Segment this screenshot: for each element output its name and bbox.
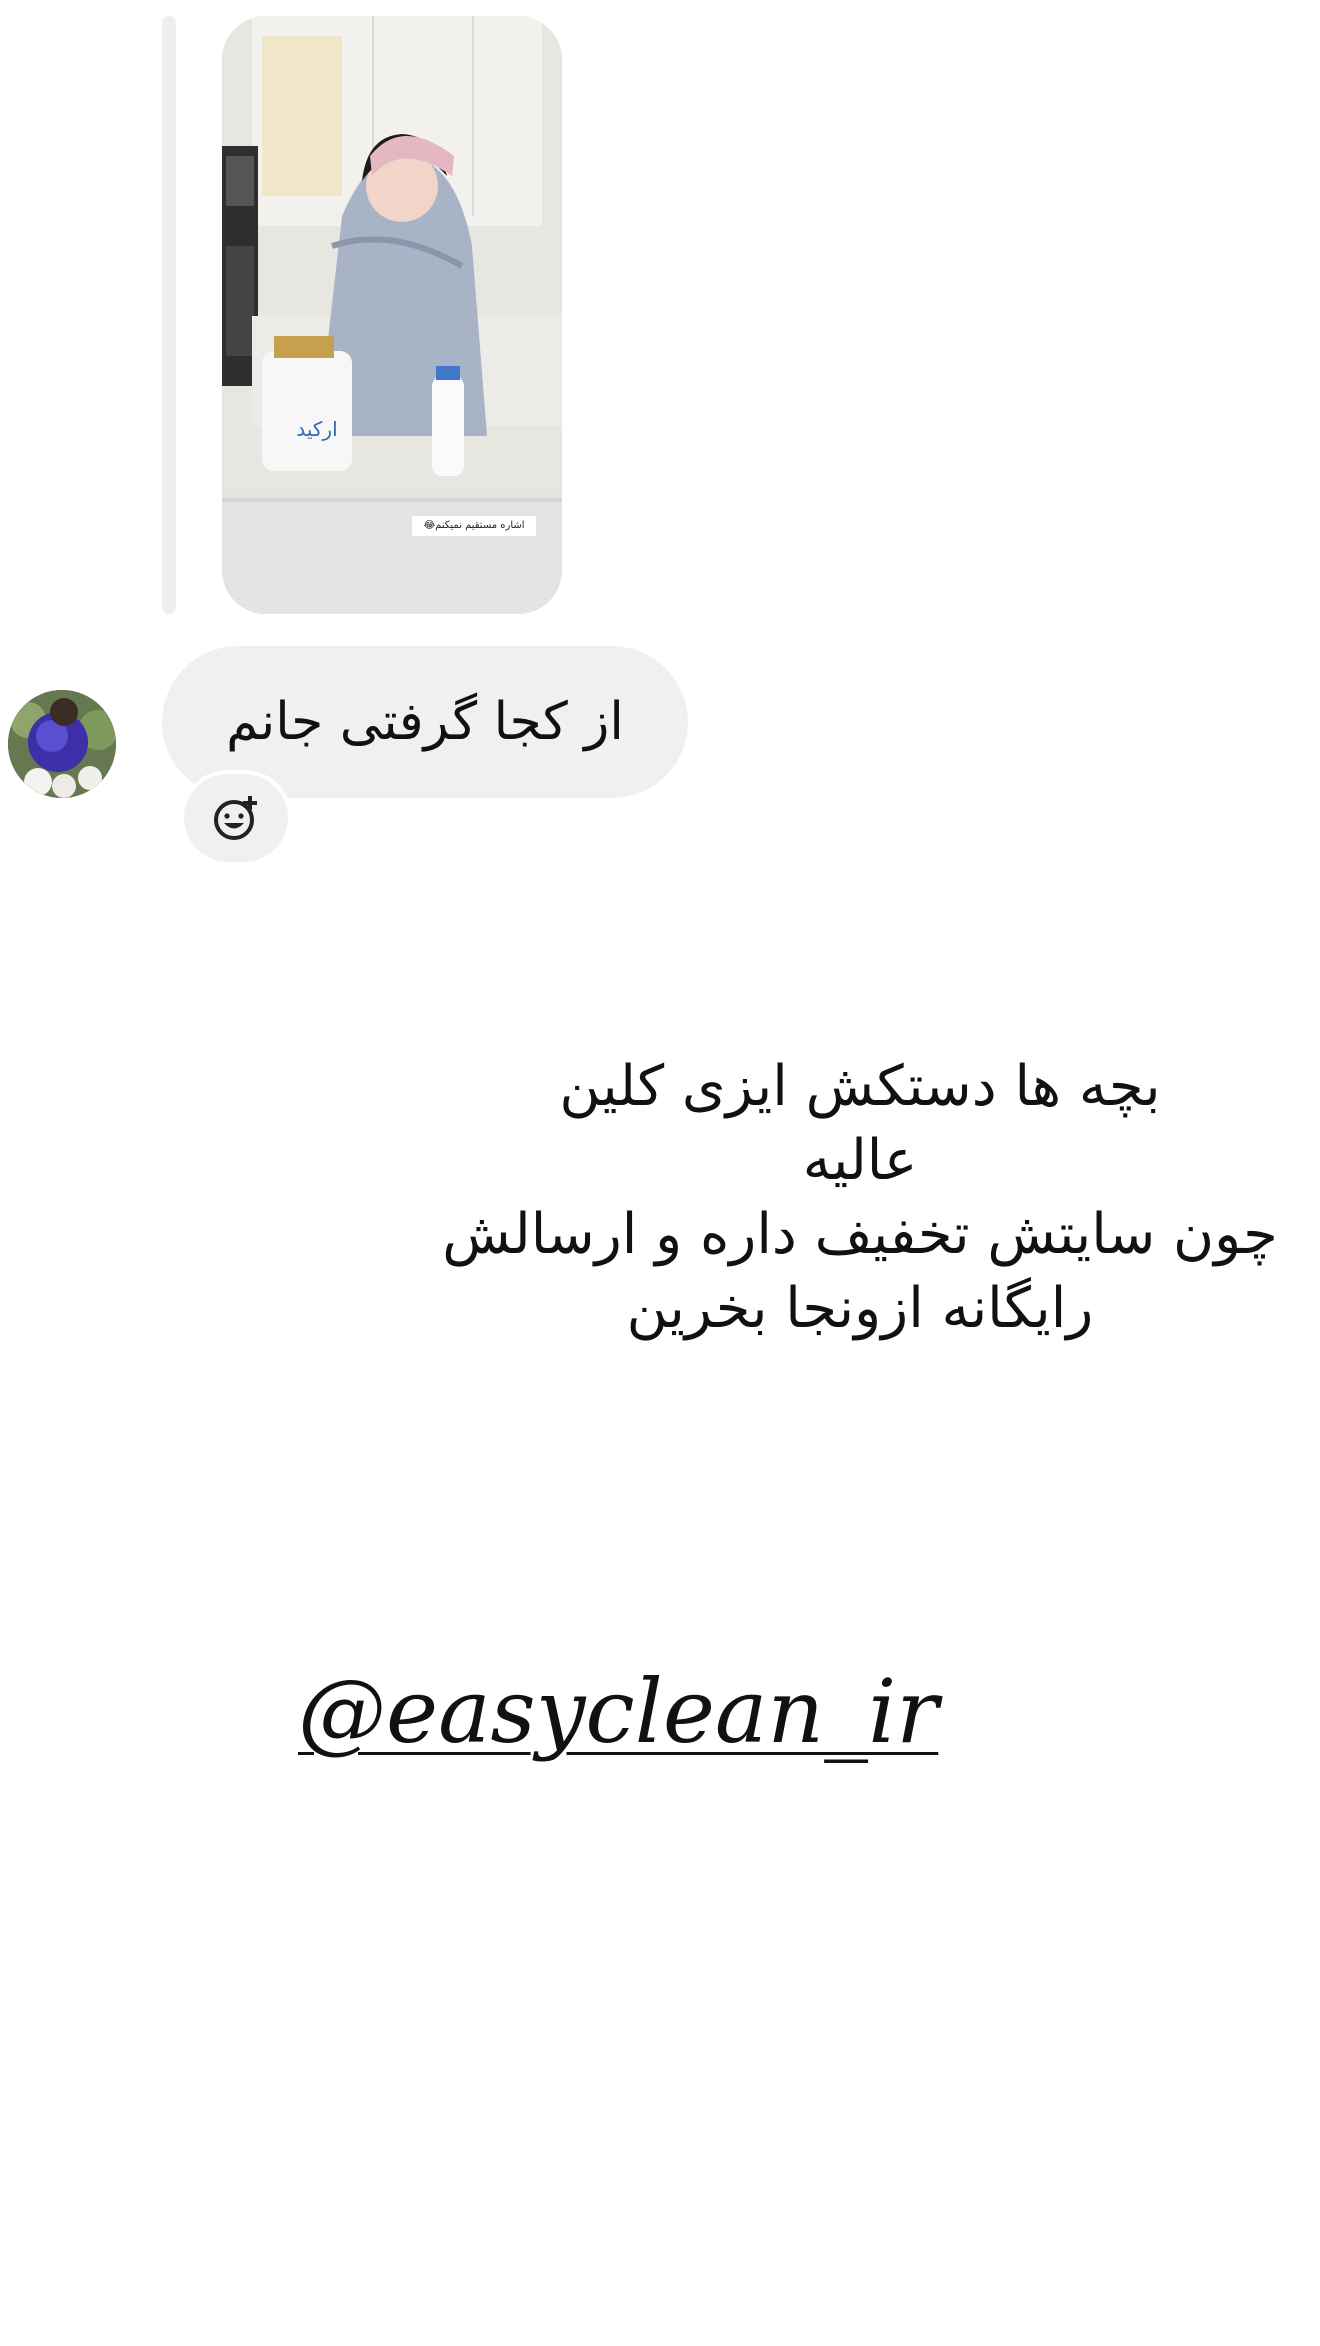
video-caption: اشاره مستقیم نمیکنم😂 [412, 516, 536, 536]
sender-avatar[interactable] [8, 690, 116, 798]
add-reaction-button[interactable] [180, 770, 292, 866]
add-reaction-icon [214, 796, 257, 840]
avatar-image [8, 690, 116, 798]
story-text-line-3: چون سایتش تخفیف داره و ارسالش [442, 1202, 1278, 1267]
story-text-line-4: رایگانه ازونجا بخرین [626, 1276, 1094, 1341]
message-text: از کجا گرفتی جانم [226, 692, 624, 752]
story-text-line-2: عالیه [802, 1128, 918, 1193]
svg-text:ارکید: ارکید [296, 417, 337, 441]
shared-video-preview[interactable]: ارکید اشاره مستقیم نمیکنم😂 [222, 16, 562, 614]
mention-sticker[interactable]: @easyclean_ir [298, 1660, 938, 1763]
reply-quote-bar [162, 16, 176, 614]
story-text-line-1: بچه ها دستکش ایزی کلین [559, 1054, 1161, 1119]
story-text-overlay: بچه ها دستکش ایزی کلین عالیه چون سایتش ت… [440, 1050, 1280, 1346]
